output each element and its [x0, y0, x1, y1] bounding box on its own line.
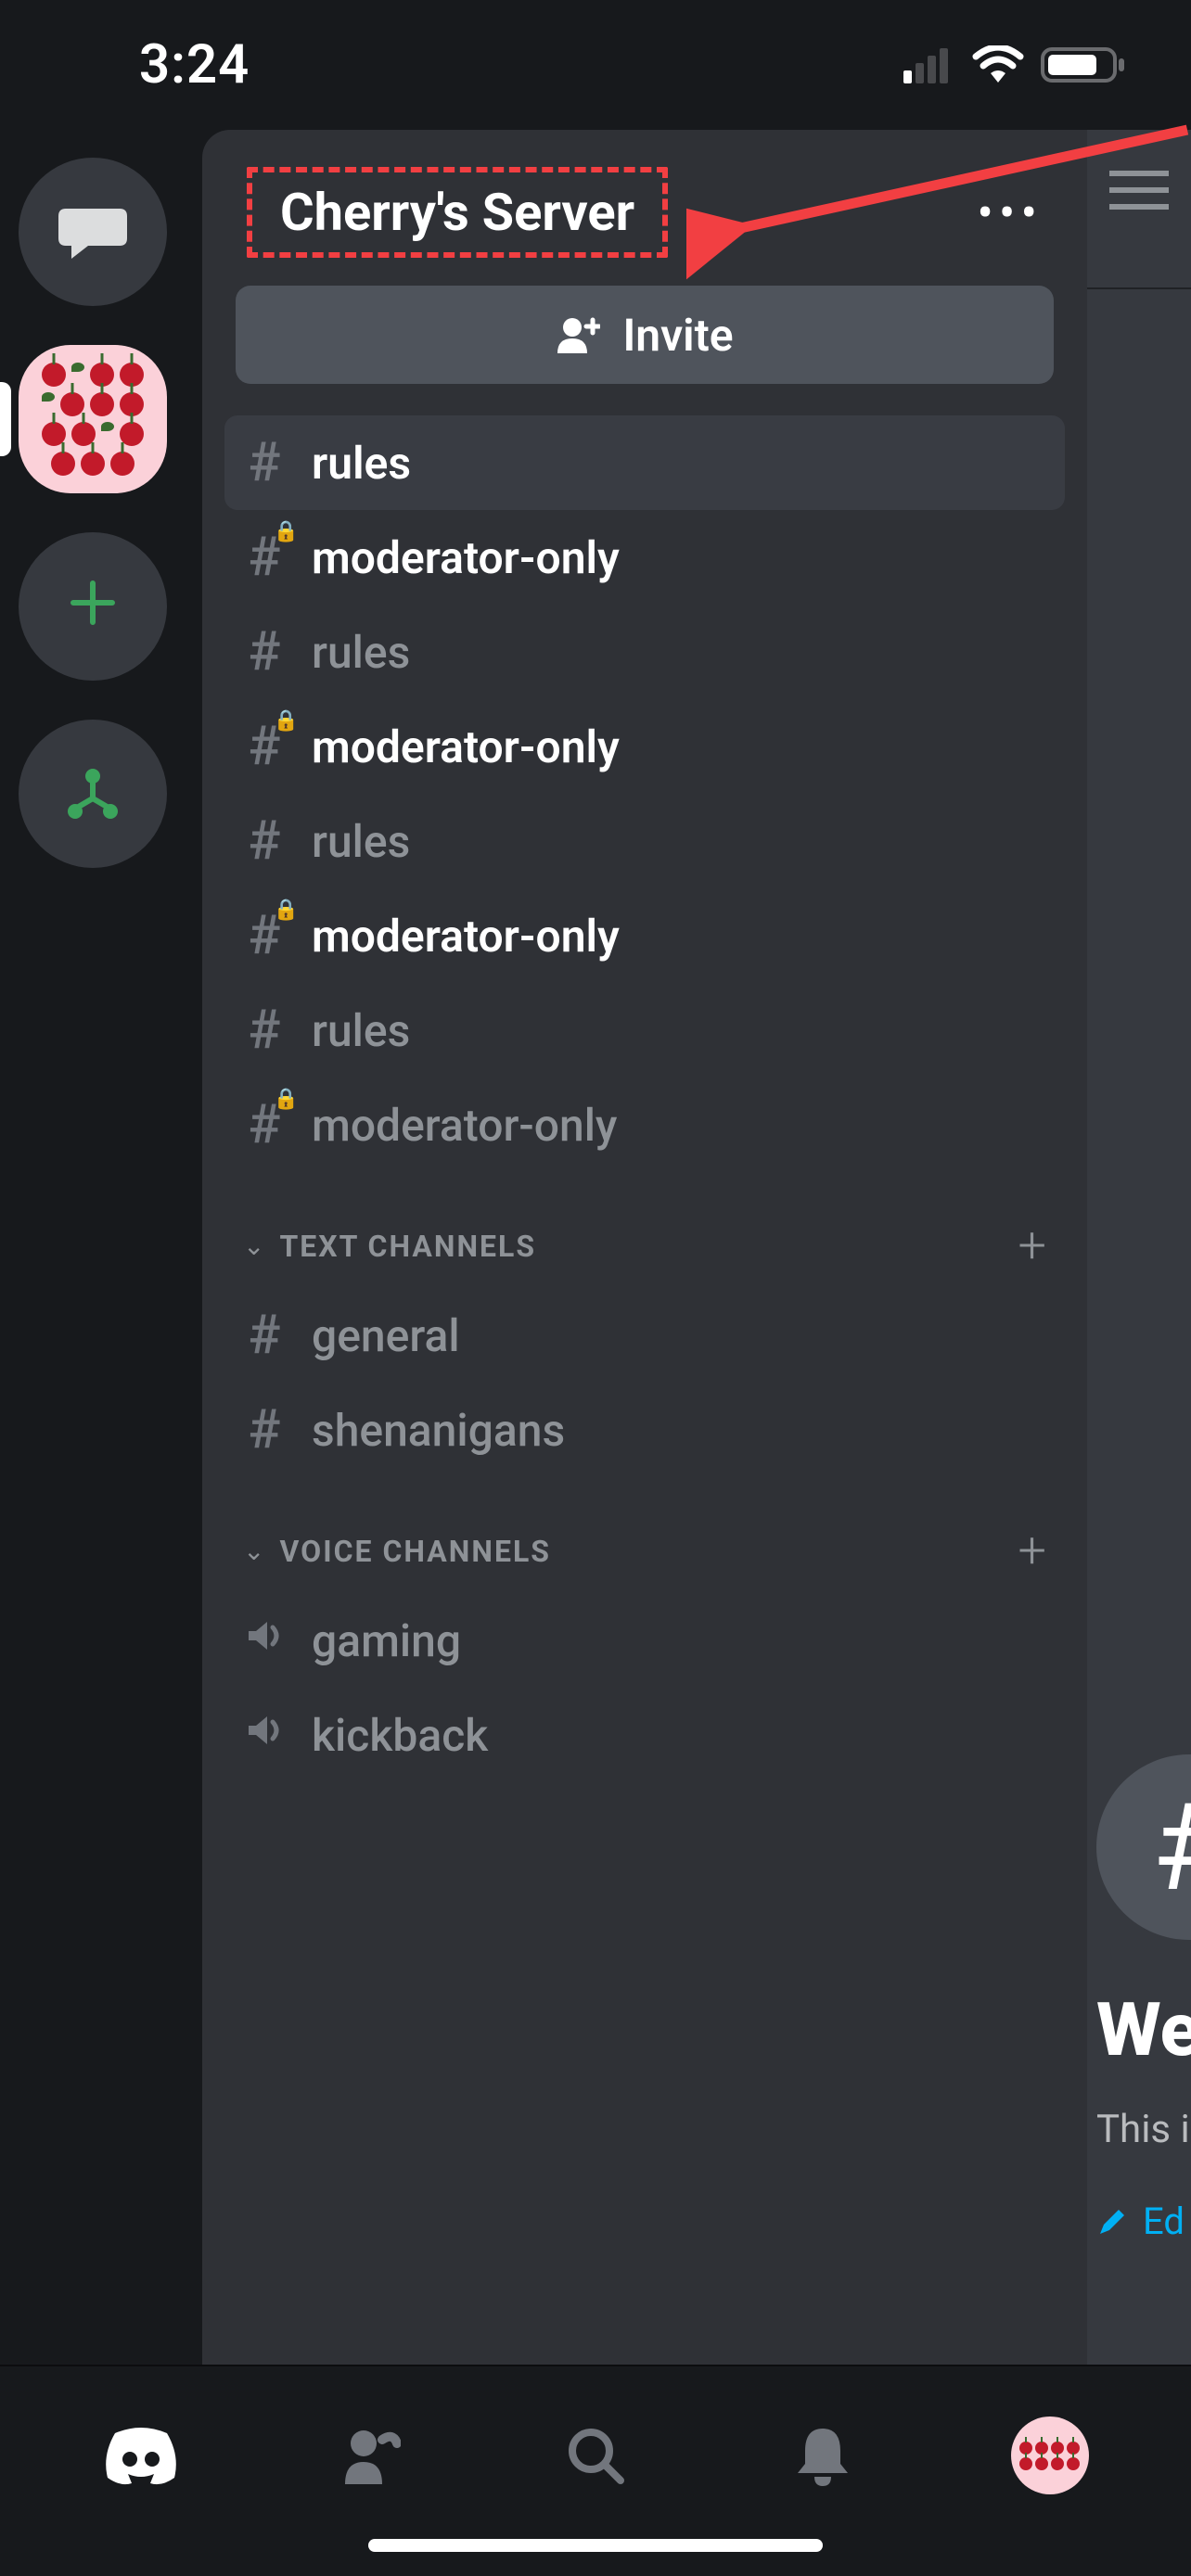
- search-icon: [563, 2423, 628, 2488]
- channel-item[interactable]: # shenanigans: [202, 1383, 1087, 1477]
- direct-messages-button[interactable]: [19, 158, 167, 306]
- invite-button[interactable]: Invite: [236, 286, 1054, 384]
- waving-person-icon: [336, 2423, 401, 2488]
- category-label: VOICE CHANNELS: [279, 1534, 551, 1569]
- chevron-down-icon: ⌄: [243, 1231, 264, 1261]
- home-indicator: [368, 2539, 823, 2552]
- hub-icon: [64, 765, 122, 823]
- cellular-icon: [903, 46, 955, 83]
- tab-profile[interactable]: [994, 2400, 1106, 2511]
- channel-name: general: [312, 1309, 460, 1362]
- hash-icon: #: [243, 620, 286, 683]
- channel-name: rules: [312, 626, 410, 679]
- channel-name: moderator-only: [312, 910, 620, 963]
- channel-name: rules: [312, 437, 411, 490]
- wifi-icon: [972, 45, 1024, 84]
- add-user-icon: [556, 316, 600, 353]
- channel-item[interactable]: # rules: [202, 794, 1087, 888]
- channel-name: rules: [312, 1004, 410, 1057]
- pencil-icon: [1096, 2206, 1128, 2238]
- speaker-icon: [243, 1711, 286, 1760]
- channel-name: shenanigans: [312, 1404, 565, 1457]
- server-name-highlight: Cherry's Server: [247, 167, 668, 258]
- hamburger-icon[interactable]: [1109, 171, 1169, 210]
- channel-item[interactable]: # rules: [224, 415, 1065, 510]
- status-bar: 3:24: [0, 0, 1191, 130]
- channel-name: moderator-only: [312, 721, 620, 773]
- channel-name: gaming: [312, 1614, 461, 1667]
- channel-item[interactable]: #🔒 moderator-only: [202, 699, 1087, 794]
- category-header[interactable]: ⌄ TEXT CHANNELS +: [202, 1172, 1087, 1288]
- server-menu-button[interactable]: •••: [977, 185, 1043, 241]
- bell-icon: [794, 2423, 852, 2488]
- battery-icon: [1041, 45, 1126, 84]
- lock-icon: 🔒: [274, 709, 299, 733]
- hash-icon: #🔒: [243, 1093, 286, 1156]
- server-discovery-button[interactable]: [19, 720, 167, 868]
- add-channel-button[interactable]: +: [1018, 1522, 1046, 1580]
- channel-name: rules: [312, 815, 410, 868]
- welcome-subtext: This i: [1096, 2107, 1190, 2152]
- hash-icon: #: [243, 1398, 286, 1461]
- invite-label: Invite: [622, 309, 733, 362]
- category-label: TEXT CHANNELS: [279, 1229, 536, 1264]
- channel-item[interactable]: #🔒 moderator-only: [202, 888, 1087, 983]
- discord-logo-icon: [96, 2422, 186, 2489]
- plus-icon: [68, 568, 118, 644]
- tab-notifications[interactable]: [767, 2400, 878, 2511]
- hash-icon: #: [243, 999, 286, 1062]
- hash-icon: #: [243, 431, 286, 494]
- hash-icon: #🔒: [243, 904, 286, 967]
- channel-name: kickback: [312, 1709, 488, 1762]
- channel-name: moderator-only: [312, 531, 620, 584]
- channel-panel: Cherry's Server ••• Invite #rules#🔒moder…: [202, 130, 1087, 2365]
- hash-icon: #: [243, 810, 286, 873]
- hash-icon: #🔒: [243, 715, 286, 778]
- channel-item[interactable]: #🔒 moderator-only: [202, 510, 1087, 605]
- channel-item[interactable]: # rules: [202, 983, 1087, 1078]
- tab-home[interactable]: [85, 2400, 197, 2511]
- channel-item[interactable]: gaming: [202, 1593, 1087, 1688]
- speaker-icon: [243, 1616, 286, 1665]
- server-avatar-cherry[interactable]: [19, 345, 167, 493]
- channel-name: moderator-only: [312, 1099, 617, 1152]
- chat-sliver[interactable]: # We This i Ed: [1087, 130, 1191, 2365]
- channel-item[interactable]: # general: [202, 1288, 1087, 1383]
- status-indicators: [903, 45, 1126, 84]
- add-channel-button[interactable]: +: [1018, 1217, 1046, 1275]
- tab-search[interactable]: [540, 2400, 651, 2511]
- chevron-down-icon: ⌄: [243, 1536, 264, 1566]
- edit-channel-link[interactable]: Ed: [1096, 2200, 1185, 2243]
- server-rail: [0, 130, 186, 2576]
- channel-hash-hero: #: [1096, 1754, 1191, 1940]
- tab-friends[interactable]: [313, 2400, 424, 2511]
- status-time: 3:24: [139, 33, 250, 96]
- channel-item[interactable]: #🔒 moderator-only: [202, 1078, 1087, 1172]
- lock-icon: 🔒: [274, 899, 299, 922]
- welcome-heading: We: [1096, 1986, 1191, 2073]
- hash-icon: #🔒: [243, 526, 286, 589]
- active-server-indicator: [0, 382, 11, 456]
- profile-avatar: [1011, 2417, 1089, 2494]
- add-server-button[interactable]: [19, 532, 167, 681]
- channel-list: #rules#🔒moderator-only#rules#🔒moderator-…: [202, 415, 1087, 2365]
- channel-item[interactable]: kickback: [202, 1688, 1087, 1782]
- server-name[interactable]: Cherry's Server: [280, 182, 634, 243]
- lock-icon: 🔒: [274, 520, 299, 543]
- lock-icon: 🔒: [274, 1088, 299, 1111]
- category-header[interactable]: ⌄ VOICE CHANNELS +: [202, 1477, 1087, 1593]
- channel-item[interactable]: # rules: [202, 605, 1087, 699]
- hash-icon: #: [243, 1304, 286, 1367]
